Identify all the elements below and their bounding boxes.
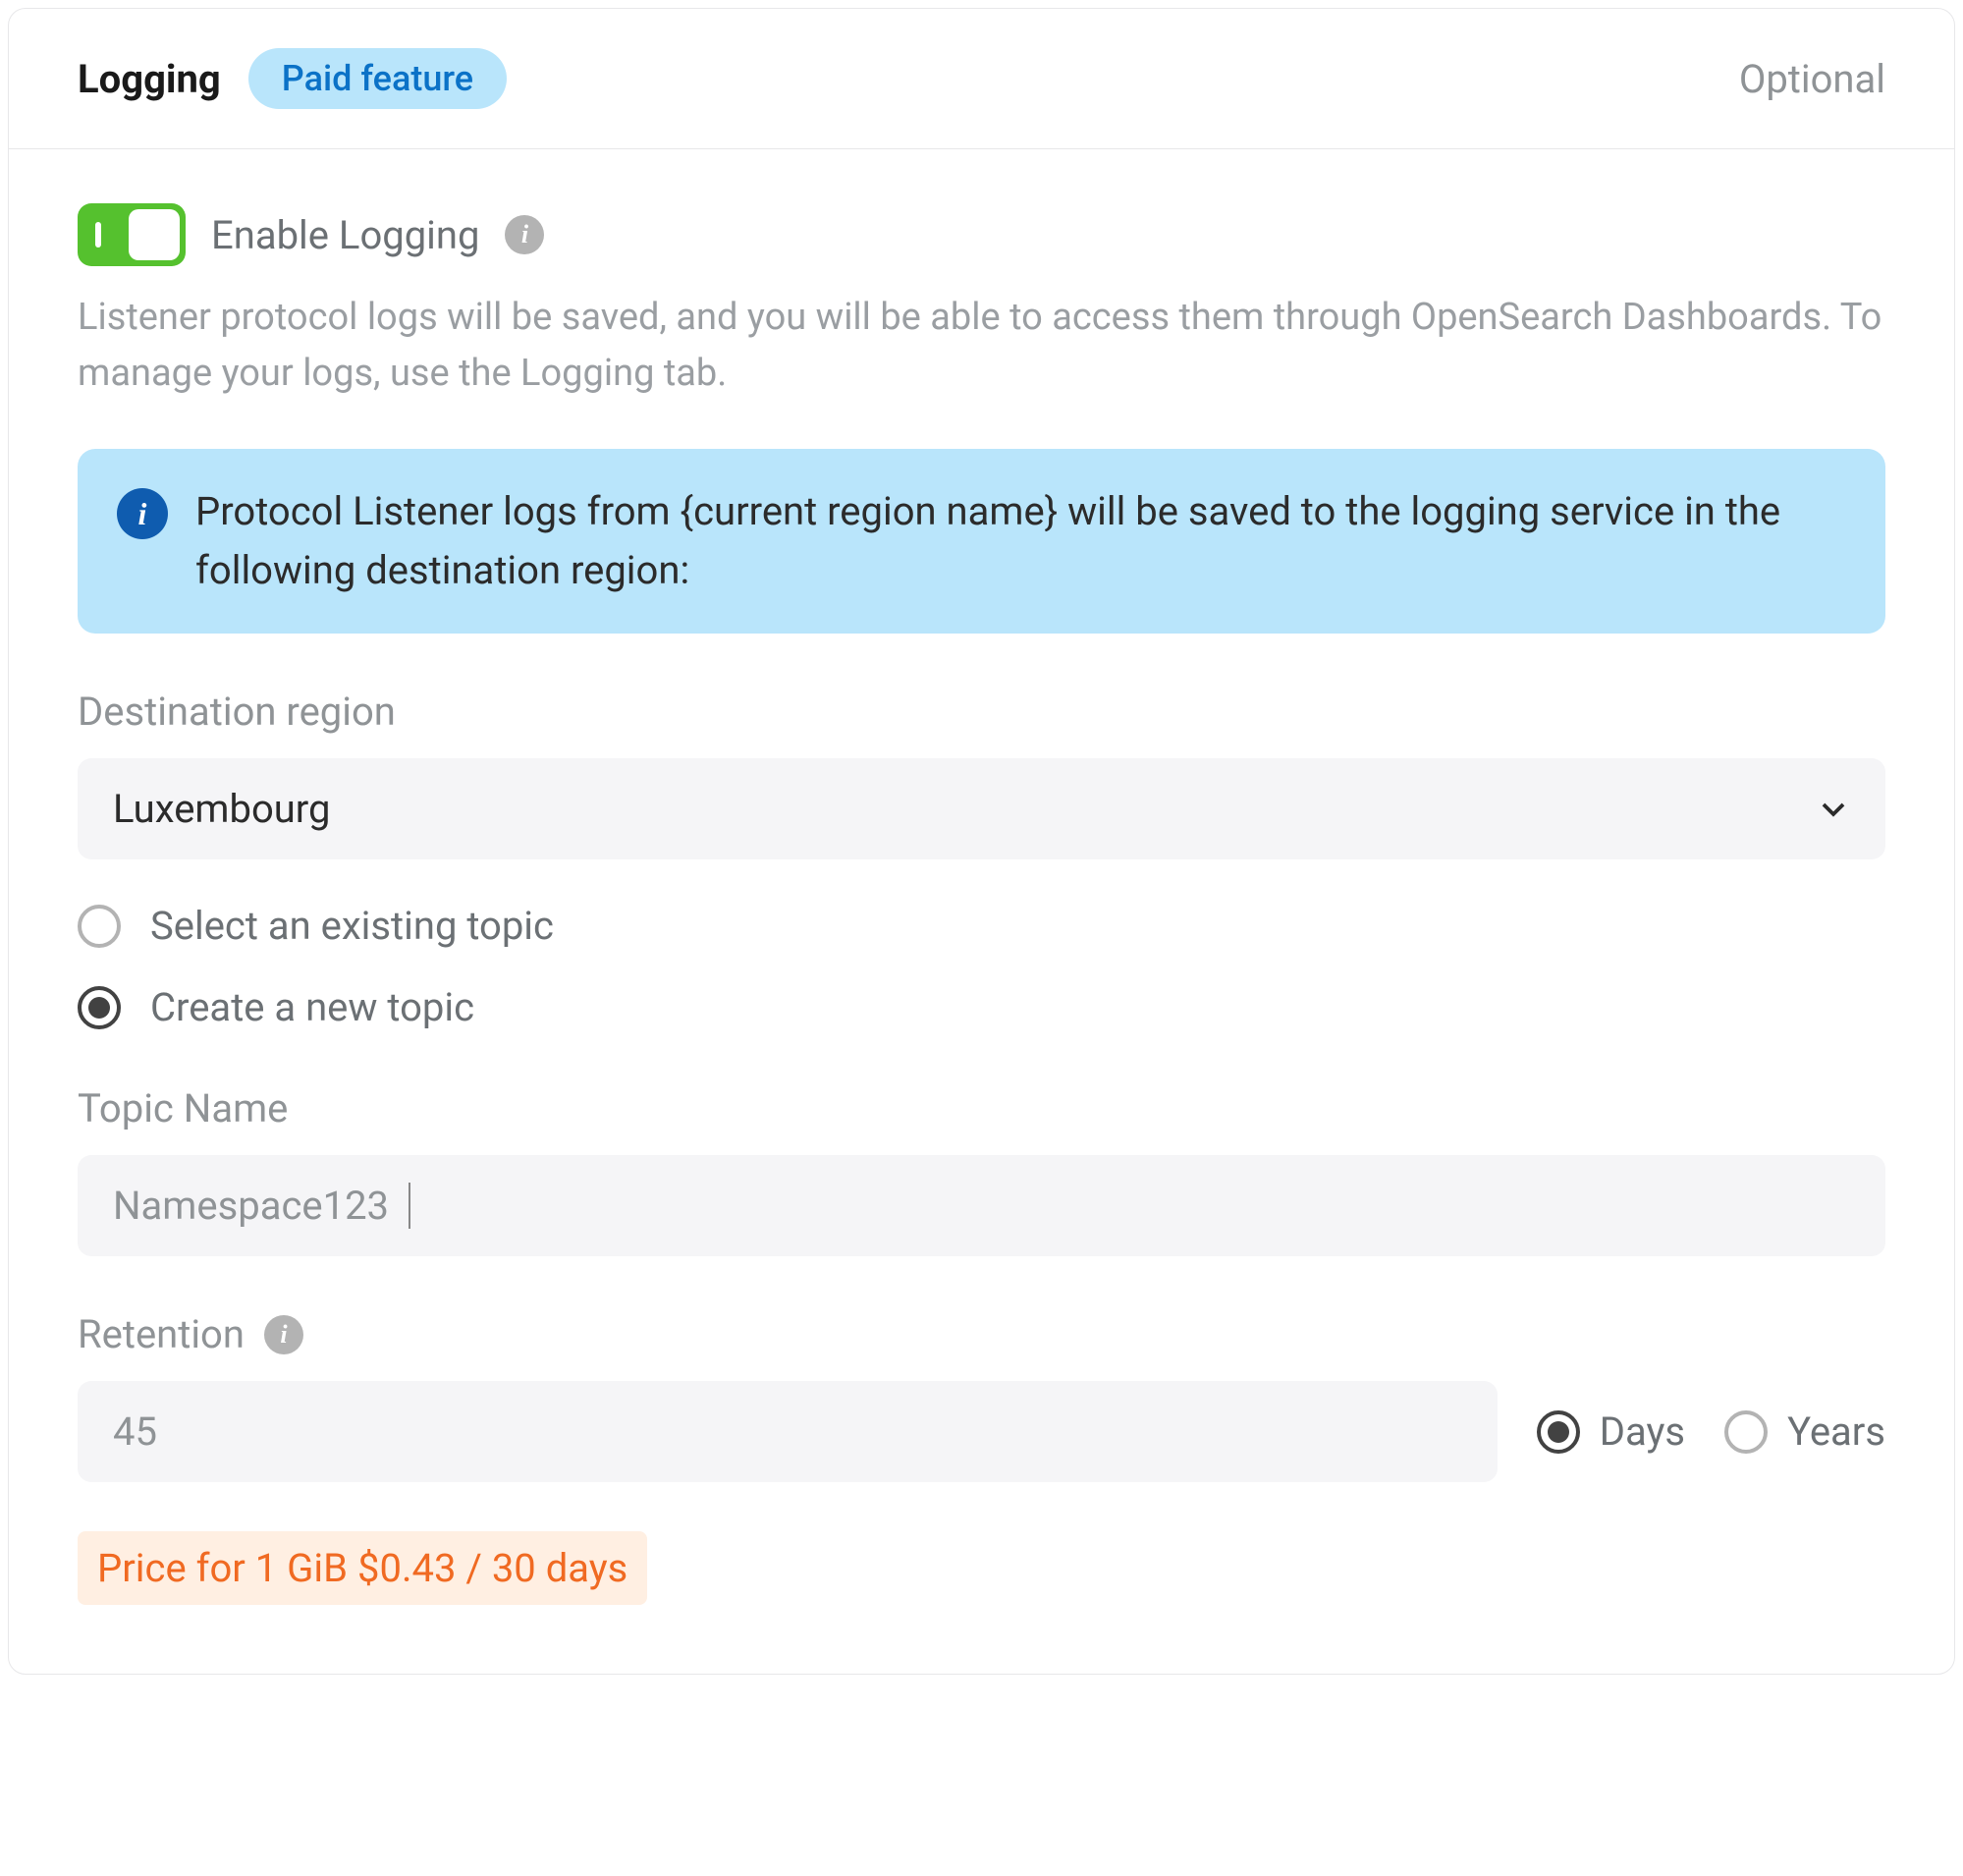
enable-logging-row: Enable Logging i: [78, 203, 1885, 266]
retention-value: 45: [113, 1408, 157, 1455]
info-icon[interactable]: i: [505, 215, 544, 254]
chevron-down-icon: [1817, 793, 1850, 826]
radio-retention-years[interactable]: Years: [1724, 1408, 1885, 1455]
topic-name-value: Namespace123: [113, 1183, 410, 1229]
retention-label-text: Retention: [78, 1311, 245, 1357]
header-left: Logging Paid feature: [78, 48, 507, 109]
radio-label: Create a new topic: [150, 984, 474, 1030]
section-title: Logging: [78, 56, 221, 102]
destination-region-select[interactable]: Luxembourg: [78, 758, 1885, 859]
topic-mode-radio-group: Select an existing topic Create a new to…: [78, 903, 1885, 1030]
radio-indicator: [1537, 1410, 1580, 1454]
topic-name-input[interactable]: Namespace123: [78, 1155, 1885, 1256]
radio-label: Years: [1787, 1408, 1885, 1455]
destination-region-value: Luxembourg: [113, 786, 330, 832]
retention-row: 45 Days Years: [78, 1381, 1885, 1482]
optional-label: Optional: [1739, 56, 1885, 102]
radio-indicator: [78, 986, 121, 1029]
radio-indicator: [78, 905, 121, 948]
price-badge: Price for 1 GiB $0.43 / 30 days: [78, 1531, 647, 1605]
card-body: Enable Logging i Listener protocol logs …: [9, 149, 1954, 1674]
logging-description: Listener protocol logs will be saved, an…: [78, 290, 1885, 402]
enable-logging-label: Enable Logging: [211, 212, 479, 258]
radio-retention-days[interactable]: Days: [1537, 1408, 1685, 1455]
destination-region-alert: i Protocol Listener logs from {current r…: [78, 449, 1885, 634]
paid-feature-badge: Paid feature: [248, 48, 507, 109]
radio-label: Select an existing topic: [150, 903, 554, 949]
logging-card: Logging Paid feature Optional Enable Log…: [8, 8, 1955, 1675]
toggle-on-indicator: [95, 222, 101, 248]
radio-select-existing-topic[interactable]: Select an existing topic: [78, 903, 1885, 949]
topic-name-label: Topic Name: [78, 1085, 1885, 1131]
radio-indicator: [1724, 1410, 1768, 1454]
info-icon: i: [117, 488, 168, 539]
toggle-thumb: [129, 209, 180, 260]
retention-input[interactable]: 45: [78, 1381, 1498, 1482]
info-icon[interactable]: i: [264, 1315, 303, 1354]
card-header: Logging Paid feature Optional: [9, 9, 1954, 149]
radio-create-new-topic[interactable]: Create a new topic: [78, 984, 1885, 1030]
retention-label: Retention i: [78, 1311, 1885, 1357]
alert-text: Protocol Listener logs from {current reg…: [195, 482, 1846, 600]
radio-label: Days: [1600, 1408, 1685, 1455]
enable-logging-toggle[interactable]: [78, 203, 186, 266]
destination-region-label: Destination region: [78, 689, 1885, 735]
